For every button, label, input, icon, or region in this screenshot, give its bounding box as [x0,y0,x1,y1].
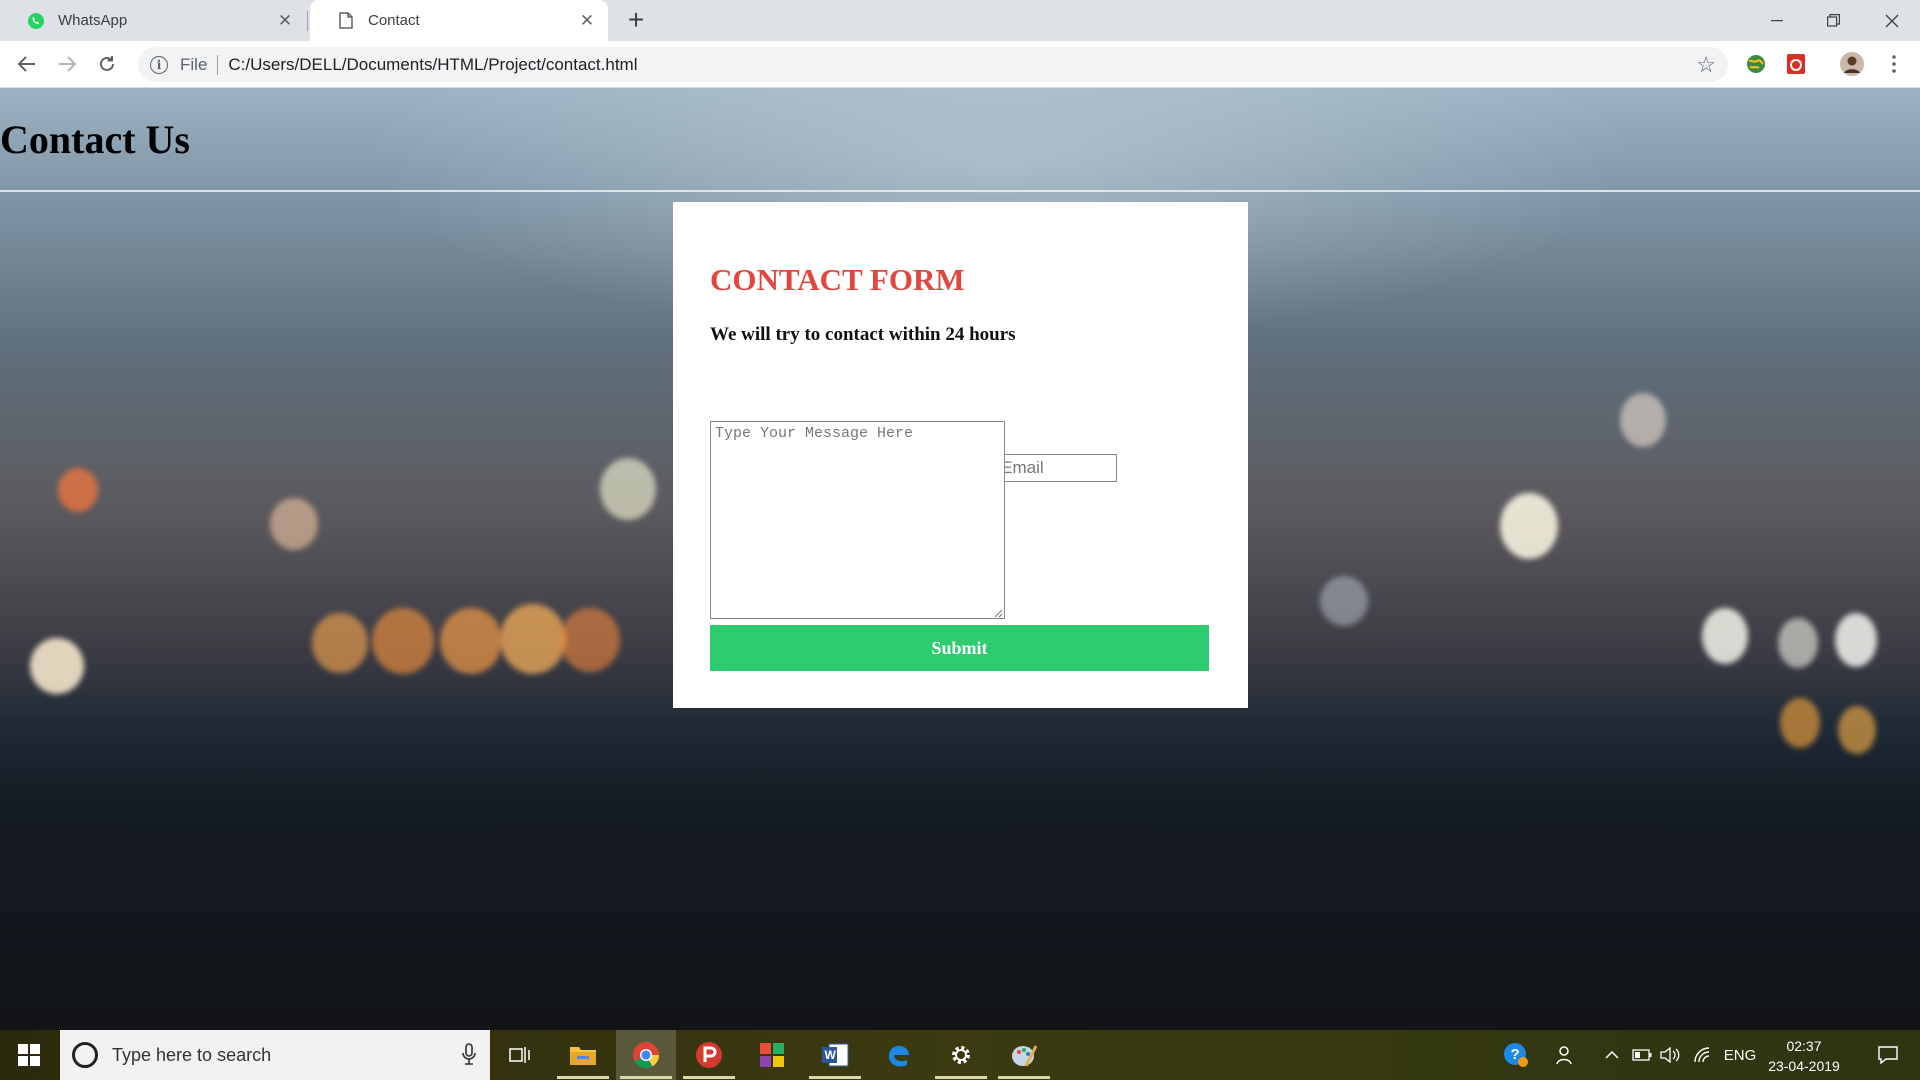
close-window-icon[interactable] [1864,0,1920,41]
bookmark-star-icon[interactable]: ☆ [1696,52,1716,78]
page-title: Contact Us [0,117,190,162]
people-icon[interactable] [1552,1030,1580,1080]
system-clock[interactable]: 02:37 23-04-2019 [1762,1036,1846,1076]
new-tab-button[interactable]: + [621,6,651,36]
chrome-taskbar-icon[interactable] [616,1030,676,1080]
tab-title: Contact [368,12,420,29]
bokeh-light [372,608,434,674]
bokeh-light [560,608,620,672]
edge-icon[interactable] [868,1030,928,1080]
omnibox-divider [217,54,219,75]
profile-avatar[interactable] [1838,50,1866,78]
extension-red-icon[interactable] [1782,50,1810,78]
taskbar-search-box[interactable]: Type here to search [60,1030,490,1080]
battery-icon[interactable] [1630,1030,1654,1080]
bokeh-light [1835,613,1877,667]
bokeh-light [1620,393,1666,447]
cortana-icon [72,1042,98,1068]
bokeh-light [1320,576,1368,626]
microphone-icon[interactable] [462,1043,476,1065]
submit-button[interactable]: Submit [710,625,1209,671]
bokeh-light [1838,706,1876,754]
forward-arrow-icon[interactable] [51,48,83,80]
whatsapp-icon [26,11,46,31]
bokeh-light [312,613,368,673]
bokeh-light [500,604,566,674]
windows-taskbar: Type here to search W ? ENG 02:37 23-04-… [0,1030,1920,1080]
clock-time: 02:37 [1786,1038,1822,1054]
reload-icon[interactable] [91,48,123,80]
page-icon [336,11,356,31]
settings-gear-icon[interactable] [931,1030,991,1080]
chevron-up-icon[interactable] [1600,1030,1624,1080]
running-indicator [809,1076,861,1079]
form-subheading: We will try to contact within 24 hours [710,324,1016,345]
tab-strip: WhatsApp ✕ Contact ✕ + [0,0,1920,41]
running-indicator [557,1076,609,1079]
chrome-menu-icon[interactable] [1880,50,1908,78]
tab-title: WhatsApp [58,12,128,29]
bokeh-light [58,468,98,512]
bokeh-light [30,638,84,694]
page-background: Contact Us CONTACT FORM We will try to c… [0,88,1920,1030]
language-indicator[interactable]: ENG [1720,1030,1760,1080]
app-p-icon[interactable] [679,1030,739,1080]
restore-icon[interactable] [1805,0,1861,41]
paint-icon[interactable] [994,1030,1054,1080]
clock-date: 23-04-2019 [1768,1058,1840,1074]
bokeh-light [1702,608,1748,664]
running-indicator [998,1076,1050,1079]
app-tiles-icon[interactable] [742,1030,802,1080]
minimize-icon[interactable] [1749,0,1805,41]
windows-start-icon[interactable] [0,1030,58,1080]
form-heading: CONTACT FORM [710,262,965,297]
browser-toolbar: i File C:/Users/DELL/Documents/HTML/Proj… [0,41,1920,88]
running-indicator [935,1076,987,1079]
header-divider [0,190,1920,192]
contact-form-card: CONTACT FORM We will try to contact with… [673,202,1248,708]
resize-handle-icon[interactable] [993,608,1003,618]
bokeh-light [1500,493,1558,559]
bokeh-light [440,608,502,674]
svg-text:W: W [825,1048,837,1062]
running-indicator [620,1076,672,1079]
site-info-icon[interactable]: i [150,55,168,74]
bokeh-light [1780,698,1820,748]
scheme-label: File [180,54,208,74]
task-view-icon[interactable] [490,1030,550,1080]
message-textarea[interactable] [710,421,1005,619]
tab-contact[interactable]: Contact ✕ [310,0,608,41]
notifications-icon[interactable] [1866,1030,1910,1080]
volume-icon[interactable] [1658,1030,1684,1080]
running-indicator [683,1076,735,1079]
extension-globe-icon[interactable] [1742,50,1770,78]
bokeh-light [270,498,318,550]
file-explorer-icon[interactable] [553,1030,613,1080]
wifi-icon[interactable] [1690,1030,1716,1080]
address-bar[interactable]: i File C:/Users/DELL/Documents/HTML/Proj… [138,47,1728,82]
tab-whatsapp[interactable]: WhatsApp ✕ [0,0,306,41]
bokeh-light [600,458,656,520]
url-text[interactable]: C:/Users/DELL/Documents/HTML/Project/con… [228,55,637,75]
word-icon[interactable]: W [805,1030,865,1080]
close-tab-icon[interactable]: ✕ [276,12,294,30]
search-placeholder: Type here to search [112,1044,272,1065]
tab-divider [307,11,308,31]
bokeh-light [1778,618,1818,668]
close-tab-icon[interactable]: ✕ [578,12,596,30]
help-icon[interactable]: ? [1500,1030,1532,1080]
back-arrow-icon[interactable] [11,48,43,80]
